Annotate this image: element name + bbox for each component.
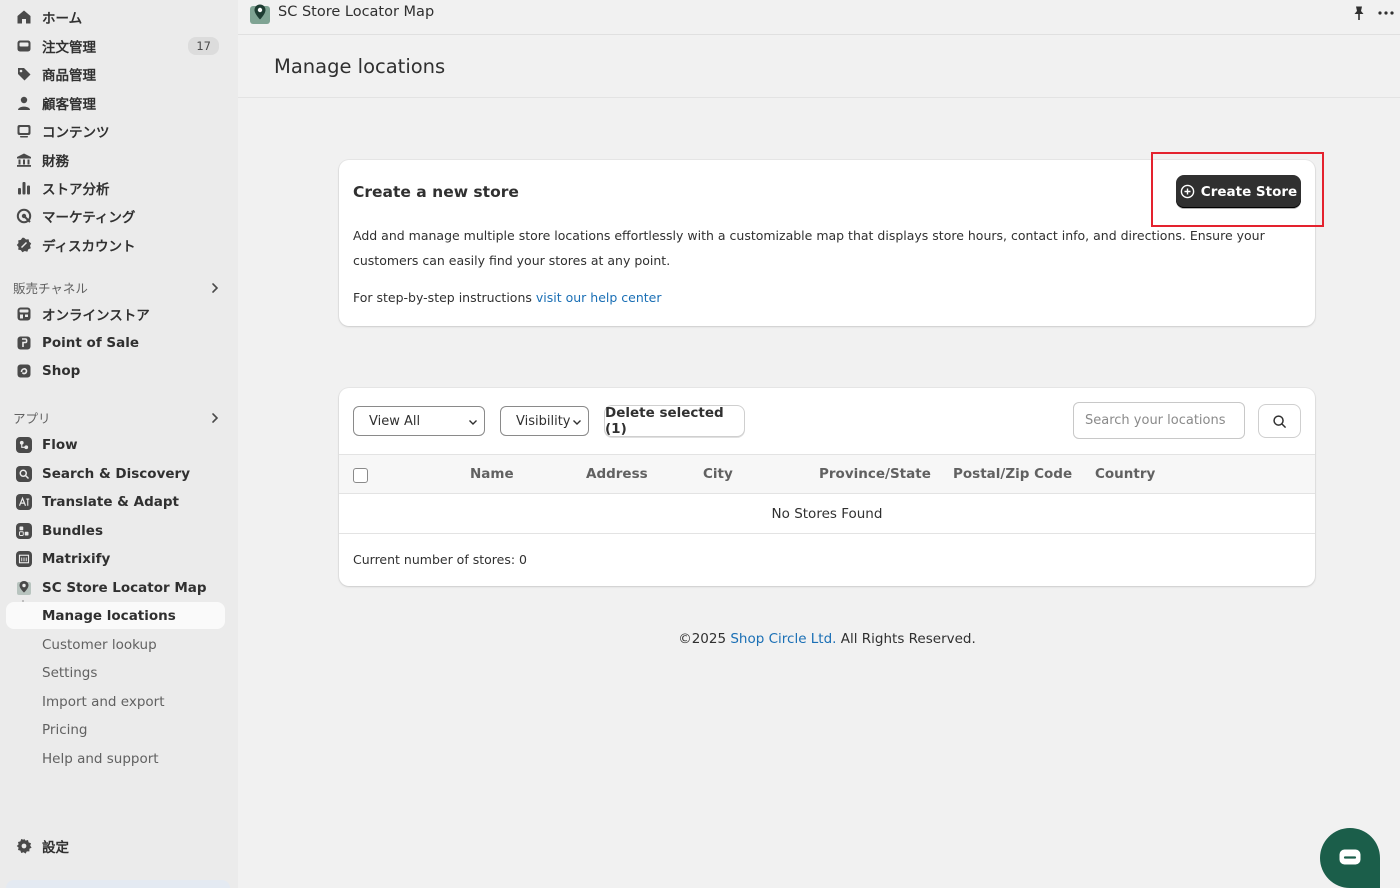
page-title: Manage locations [274,55,446,78]
bundles-icon [16,522,32,539]
sidebar-item-analytics[interactable]: ストア分析 [6,174,225,201]
delete-selected-button[interactable]: Delete selected (1) [604,405,745,437]
sidebar-item-flow[interactable]: Flow [6,431,225,458]
chevron-down-icon [469,420,477,425]
chevron-down-icon [573,420,581,425]
sales-channels-heading: 販売チャネル [13,281,88,296]
sidebar-item-matrixify[interactable]: Matrixify [6,545,225,572]
app-topbar: SC Store Locator Map [238,0,1400,35]
sidebar-item-finance[interactable]: 財務 [6,146,225,173]
column-address: Address [586,466,648,482]
column-name: Name [470,466,514,482]
sidebar-subitem-help-support[interactable]: Help and support [6,745,225,772]
help-text: For step-by-step instructions visit our … [353,290,662,305]
highlight-box [1151,152,1324,227]
search-button[interactable] [1258,404,1301,438]
sidebar-item-content[interactable]: コンテンツ [6,117,225,144]
shop-icon [16,363,32,379]
pos-icon [16,335,32,351]
card-description: Add and manage multiple store locations … [353,228,1265,268]
app-logo-icon [250,4,270,24]
more-options-icon[interactable] [1376,5,1396,21]
sidebar-item-online-store[interactable]: オンラインストア [6,300,225,327]
store-icon [16,306,32,322]
sidebar-item-orders[interactable]: 注文管理 17 [6,32,225,59]
help-center-link[interactable]: visit our help center [536,290,662,305]
tag-icon [16,66,32,82]
discount-icon [16,237,32,253]
sidebar-subitem-settings[interactable]: Settings [6,659,225,686]
column-postal-zip: Postal/Zip Code [953,466,1073,482]
target-icon [16,208,32,224]
column-province-state: Province/State [819,466,931,482]
flow-icon [16,436,32,453]
sidebar-item-translate-adapt[interactable]: Translate & Adapt [6,488,225,515]
pin-icon[interactable] [1351,5,1367,21]
sidebar-item-settings[interactable]: 設定 [6,832,225,859]
table-header: Name Address City Province/State Postal/… [339,454,1315,494]
search-discovery-icon [16,465,32,482]
chat-icon [1339,849,1361,865]
inbox-icon [16,38,32,54]
sidebar-item-products[interactable]: 商品管理 [6,60,225,87]
bar-chart-icon [16,180,32,196]
page-header: Manage locations [238,35,1400,98]
gear-icon [16,838,32,854]
search-icon [1273,414,1286,428]
person-icon [16,95,32,111]
store-count: Current number of stores: 0 [353,552,527,567]
sidebar-item-discounts[interactable]: ディスカウント [6,231,225,258]
translate-icon [16,493,32,510]
sidebar-item-bundles[interactable]: Bundles [6,517,225,544]
map-pin-icon [16,580,32,596]
column-country: Country [1095,466,1156,482]
bank-icon [16,152,32,168]
locations-table-card: View All Visibility Delete selected (1) … [339,388,1315,586]
sidebar-subitem-manage-locations[interactable]: Manage locations [6,602,225,629]
select-all-checkbox[interactable] [353,468,368,483]
orders-count-badge: 17 [188,36,219,55]
sidebar-subitem-customer-lookup[interactable]: Customer lookup [6,631,225,658]
sidebar: ホーム 注文管理 17 商品管理 顧客管理 コンテンツ 財務 ストア分析 マーケ… [0,0,238,888]
chevron-right-icon[interactable] [208,411,222,425]
sidebar-subitem-import-export[interactable]: Import and export [6,688,225,715]
shop-circle-link[interactable]: Shop Circle Ltd. [730,631,836,647]
sidebar-subitem-pricing[interactable]: Pricing [6,716,225,743]
sidebar-bottom-banner [6,880,230,888]
card-title: Create a new store [353,183,519,201]
sidebar-item-marketing[interactable]: マーケティング [6,202,225,229]
visibility-select[interactable]: Visibility [500,406,589,436]
sidebar-item-search-discovery[interactable]: Search & Discovery [6,460,225,487]
chevron-right-icon[interactable] [208,281,222,295]
sidebar-item-shop[interactable]: Shop [6,357,225,384]
image-icon [16,123,32,139]
matrixify-icon [16,550,32,567]
sidebar-item-customers[interactable]: 顧客管理 [6,89,225,116]
sidebar-item-point-of-sale[interactable]: Point of Sale [6,329,225,356]
apps-heading: アプリ [13,411,51,426]
column-city: City [703,466,733,482]
chat-button[interactable] [1320,828,1380,888]
footer: ©2025 Shop Circle Ltd. All Rights Reserv… [678,631,976,647]
empty-state-row: No Stores Found [339,494,1315,534]
app-title: SC Store Locator Map [278,4,435,20]
sidebar-item-sc-store-locator-map[interactable]: SC Store Locator Map [6,574,225,601]
search-locations-input[interactable]: Search your locations [1073,402,1245,439]
home-icon [16,9,32,25]
sidebar-item-home[interactable]: ホーム [6,3,225,30]
view-all-select[interactable]: View All [353,406,485,436]
